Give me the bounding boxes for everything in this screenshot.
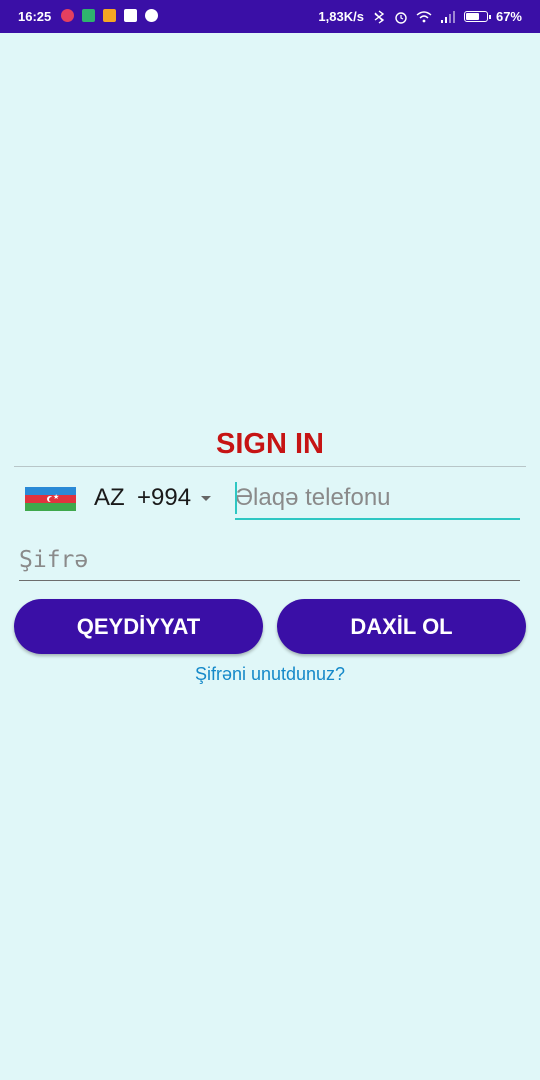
alarm-icon <box>395 11 407 24</box>
message-icon <box>103 9 116 22</box>
password-input[interactable] <box>19 540 520 581</box>
register-button[interactable]: QEYDİYYAT <box>14 599 263 654</box>
network-speed: 1,83K/s <box>318 9 364 24</box>
battery-fill <box>465 13 479 20</box>
status-bar: 16:25 1,83K/s 67% <box>0 0 540 33</box>
dial-code[interactable]: +994 <box>137 484 191 512</box>
status-right: 1,83K/s 67% <box>318 9 522 24</box>
azerbaijan-flag-icon[interactable]: ★ <box>25 487 76 511</box>
download-icon <box>82 9 95 22</box>
news-icon <box>124 9 137 22</box>
wifi-icon <box>416 10 432 22</box>
country-code[interactable]: AZ <box>94 484 125 512</box>
divider <box>14 466 526 467</box>
phone-input[interactable] <box>235 478 520 520</box>
login-button[interactable]: DAXİL OL <box>277 599 526 654</box>
notification-icons <box>61 9 158 22</box>
page-title: SIGN IN <box>216 428 324 460</box>
battery-percent: 67% <box>495 9 522 24</box>
signal-icon <box>440 10 455 23</box>
mail-icon <box>145 9 158 22</box>
status-time: 16:25 <box>18 9 52 24</box>
text-cursor <box>235 482 237 514</box>
instagram-icon <box>61 9 74 22</box>
chevron-down-icon[interactable] <box>201 496 211 501</box>
battery-icon <box>463 11 491 22</box>
bluetooth-off-icon <box>374 9 385 24</box>
forgot-password-link[interactable]: Şifrəni unutdunuz? <box>0 664 540 685</box>
